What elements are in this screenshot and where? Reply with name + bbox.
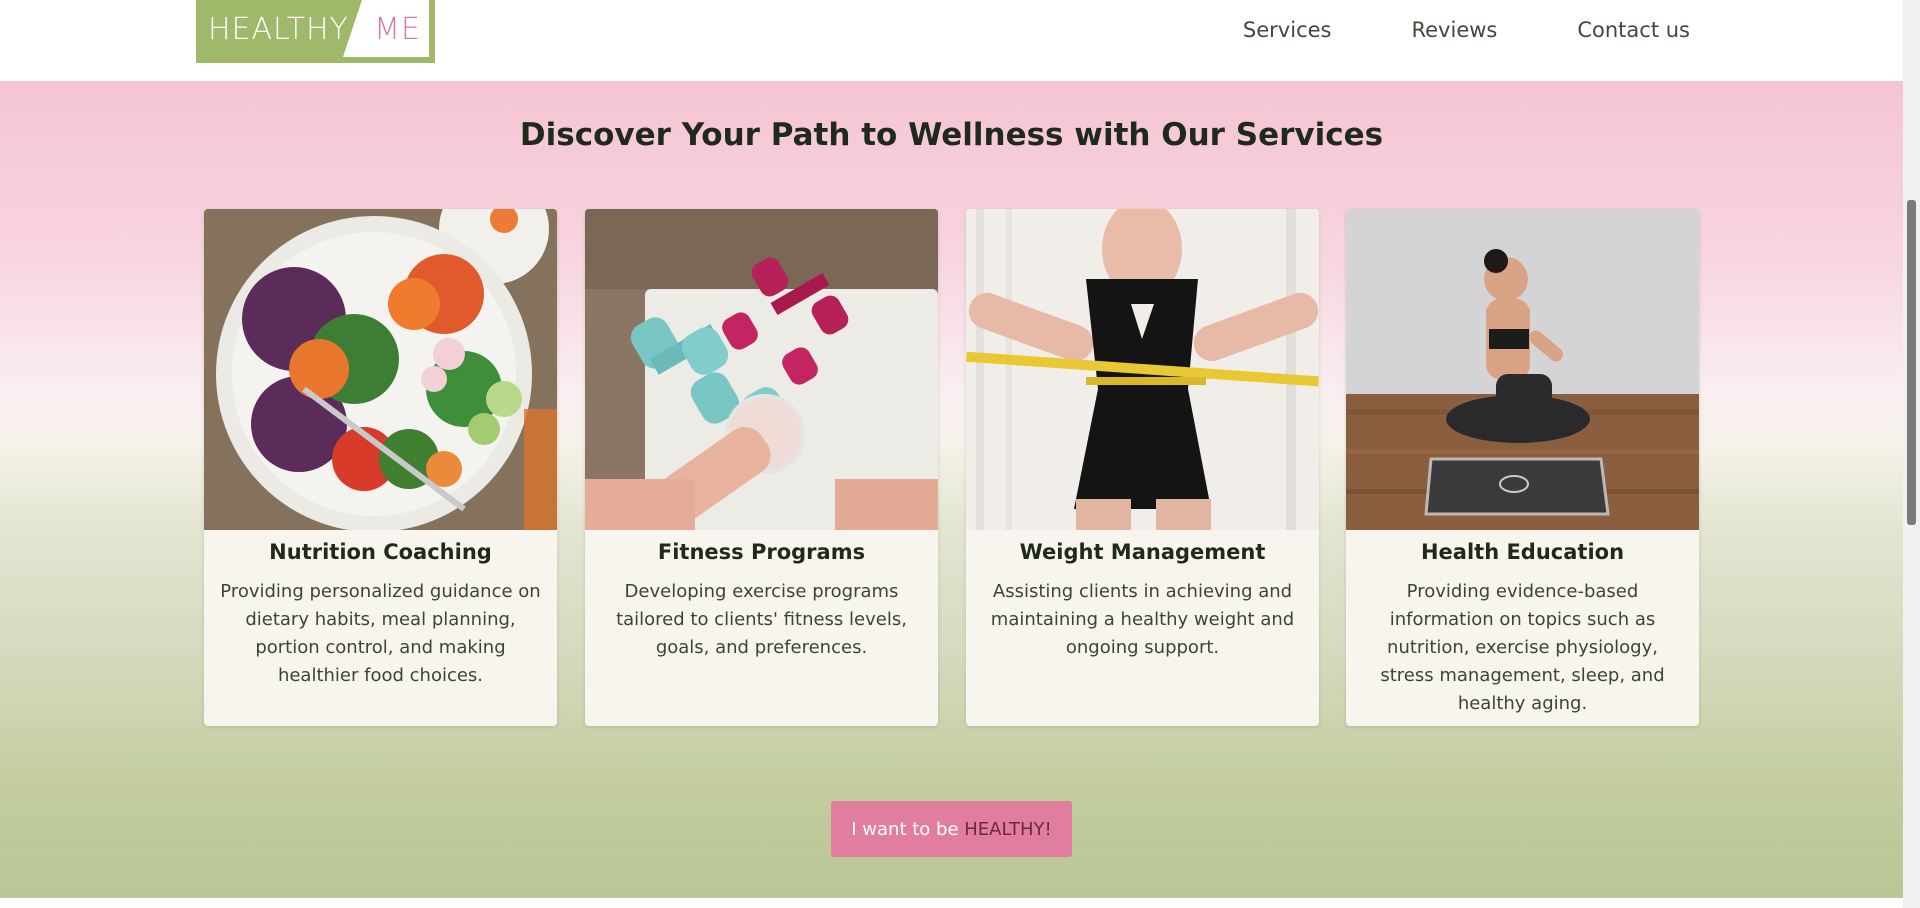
nav-link-reviews[interactable]: Reviews xyxy=(1411,18,1497,42)
card-title: Nutrition Coaching xyxy=(269,540,492,564)
nav-link-services[interactable]: Services xyxy=(1243,18,1332,42)
service-card-weight: Weight Management Assisting clients in a… xyxy=(966,209,1319,726)
cta-accent: HEALTHY! xyxy=(964,818,1052,840)
logo-me-text: ME xyxy=(374,12,421,47)
card-title: Health Education xyxy=(1420,540,1625,564)
section-title: Discover Your Path to Wellness with Our … xyxy=(519,117,1384,153)
card-description: Developing exercise programs tailored to… xyxy=(616,581,907,658)
service-card-nutrition: Nutrition Coaching Providing personalize… xyxy=(204,209,557,726)
card-description: Providing personalized guidance on dieta… xyxy=(220,581,541,686)
card-title: Fitness Programs xyxy=(657,540,866,564)
vertical-scrollbar[interactable] xyxy=(1903,0,1920,908)
card-description: Providing evidence-based information on … xyxy=(1380,581,1665,714)
page-bottom-edge xyxy=(0,898,1903,908)
card-title: Weight Management xyxy=(1019,540,1266,564)
cta-prefix: I want to be xyxy=(851,818,965,840)
yoga-mat-photo xyxy=(1346,209,1699,530)
salad-bowl-photo xyxy=(204,209,557,530)
services-section: Discover Your Path to Wellness with Our … xyxy=(0,81,1903,898)
logo-healthy-text: HEALTHY xyxy=(208,12,349,47)
service-card-fitness: Fitness Programs Developing exercise pro… xyxy=(585,209,938,726)
main-nav: Services Reviews Contact us xyxy=(1243,18,1690,42)
scrollbar-thumb[interactable] xyxy=(1907,200,1916,525)
nav-link-contact[interactable]: Contact us xyxy=(1577,18,1690,42)
card-description: Assisting clients in achieving and maint… xyxy=(990,581,1295,658)
site-header: HEALTHY ME Services Reviews Contact us xyxy=(0,0,1903,81)
logo[interactable]: HEALTHY ME xyxy=(196,0,435,63)
dumbbells-smoothie-photo xyxy=(585,209,938,530)
service-card-education: Health Education Providing evidence-base… xyxy=(1346,209,1699,726)
tape-measure-waist-photo xyxy=(966,209,1319,530)
cta-healthy-button[interactable]: I want to be HEALTHY! xyxy=(831,801,1072,857)
